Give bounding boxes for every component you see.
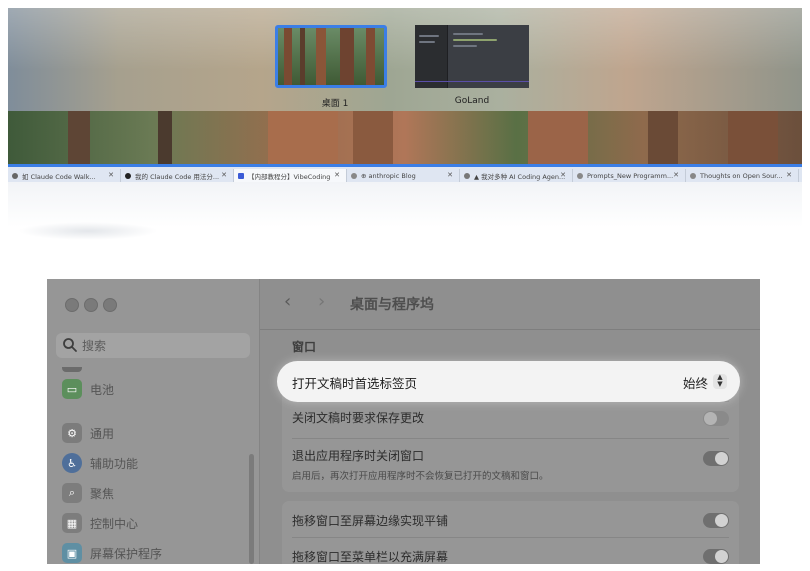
close-icon[interactable]: ✕ xyxy=(447,171,453,179)
tiling-settings-card: 拖移窗口至屏幕边缘实现平铺 拖移窗口至菜单栏以充满屏幕 xyxy=(282,501,739,564)
gear-icon: ⚙ xyxy=(62,423,82,443)
prefer-tabs-value[interactable]: 始终 xyxy=(683,373,708,392)
desktop-wallpaper xyxy=(8,111,802,167)
screensaver-icon: ▣ xyxy=(62,543,82,563)
page-title: 桌面与程序坞 xyxy=(350,297,434,313)
sidebar-item-battery[interactable]: ▭ 电池 xyxy=(62,379,114,399)
space-thumbnail-desktop-1[interactable] xyxy=(275,25,387,88)
close-icon[interactable]: ✕ xyxy=(108,171,114,179)
search-icon xyxy=(62,337,80,355)
browser-tab-active[interactable]: 【内部教程分】VibeCoding ✕ xyxy=(234,169,347,183)
close-icon[interactable]: ✕ xyxy=(786,171,792,179)
sidebar-item-accessibility[interactable]: ♿ 辅助功能 xyxy=(62,453,138,473)
browser-tab[interactable]: 我的 Claude Code 用法分... ✕ xyxy=(121,169,234,183)
close-windows-toggle[interactable] xyxy=(703,451,729,466)
tab-favicon-icon xyxy=(125,173,131,179)
search-placeholder: 搜索 xyxy=(82,339,107,353)
browser-tab[interactable]: ▲ 我对多种 AI Coding Agen... ✕ xyxy=(460,169,573,183)
sidebar-item-control-center[interactable]: ▦ 控制中心 xyxy=(62,513,138,533)
browser-tab[interactable]: ⊕ anthropic Blog ✕ xyxy=(347,169,460,183)
close-window-button[interactable] xyxy=(65,298,79,312)
prefer-tabs-label: 打开文稿时首选标签页 xyxy=(292,376,418,391)
section-title: 窗口 xyxy=(292,340,317,354)
settings-sidebar: 搜索 ▭ 电池 ⚙ 通用 ♿ 辅助功能 ⌕ 聚焦 ▦ 控制中心 ▣ 屏幕保护程序 xyxy=(47,279,260,564)
tab-favicon-icon xyxy=(464,173,470,179)
browser-tab[interactable]: Thoughts on Open Sour... ✕ xyxy=(686,169,799,183)
fill-menubar-toggle[interactable] xyxy=(703,549,729,564)
ask-keep-changes-row: 关闭文稿时要求保存更改 xyxy=(292,411,425,425)
close-icon[interactable]: ✕ xyxy=(334,171,340,179)
tile-edges-toggle[interactable] xyxy=(703,513,729,528)
sidebar-scrollbar[interactable] xyxy=(249,454,254,564)
tab-favicon-icon xyxy=(690,173,696,179)
settings-toolbar: ‹ › 桌面与程序坞 xyxy=(260,279,760,330)
fill-menubar-row: 拖移窗口至菜单栏以充满屏幕 xyxy=(292,550,449,564)
control-center-icon: ▦ xyxy=(62,513,82,533)
mission-control-bar: 桌面 1 GoLand xyxy=(8,8,802,111)
battery-icon: ▭ xyxy=(62,379,82,399)
close-icon[interactable]: ✕ xyxy=(560,171,566,179)
sidebar-item-screensaver[interactable]: ▣ 屏幕保护程序 xyxy=(62,543,162,563)
tab-favicon-icon xyxy=(351,173,357,179)
tab-favicon-icon xyxy=(577,173,583,179)
close-icon[interactable]: ✕ xyxy=(673,171,679,179)
settings-content: ‹ › 桌面与程序坞 窗口 关闭文稿时要求保存更改 退出应用程序时关闭窗口 启用… xyxy=(260,279,760,564)
system-settings-window: 搜索 ▭ 电池 ⚙ 通用 ♿ 辅助功能 ⌕ 聚焦 ▦ 控制中心 ▣ 屏幕保护程序 xyxy=(47,279,760,564)
accessibility-icon: ♿ xyxy=(62,453,82,473)
close-icon[interactable]: ✕ xyxy=(221,171,227,179)
browser-tab[interactable]: Prompts_New Programm... ✕ xyxy=(573,169,686,183)
sidebar-item-spotlight[interactable]: ⌕ 聚焦 xyxy=(62,483,114,503)
tab-favicon-icon xyxy=(12,173,18,179)
zoom-window-button[interactable] xyxy=(103,298,117,312)
prefer-tabs-row[interactable]: 打开文稿时首选标签页 始终 ▲ ▼ xyxy=(277,361,740,402)
minimize-window-button[interactable] xyxy=(84,298,98,312)
space-label-desktop-1: 桌面 1 xyxy=(321,99,349,109)
browser-tab[interactable]: 如 Claude Code Walk... ✕ xyxy=(8,169,121,183)
space-thumbnail-goland[interactable] xyxy=(415,25,529,88)
magnifier-icon: ⌕ xyxy=(62,483,82,503)
back-arrow-icon[interactable]: ‹ xyxy=(284,291,291,312)
chevron-up-down-icon[interactable]: ▲ ▼ xyxy=(713,374,727,389)
tab-favicon-icon xyxy=(238,173,244,179)
browser-content-blurred xyxy=(8,182,802,264)
search-input[interactable]: 搜索 xyxy=(56,333,250,358)
sidebar-item-general[interactable]: ⚙ 通用 xyxy=(62,423,114,443)
close-windows-row: 退出应用程序时关闭窗口 启用后，再次打开应用程序时不会恢复已打开的文稿和窗口。 xyxy=(292,449,549,482)
tile-edges-row: 拖移窗口至屏幕边缘实现平铺 xyxy=(292,514,449,528)
sidebar-item-partial xyxy=(62,367,82,372)
forward-arrow-icon[interactable]: › xyxy=(318,291,325,312)
ask-keep-changes-toggle[interactable] xyxy=(703,411,729,426)
space-label-goland: GoLand xyxy=(454,96,490,106)
